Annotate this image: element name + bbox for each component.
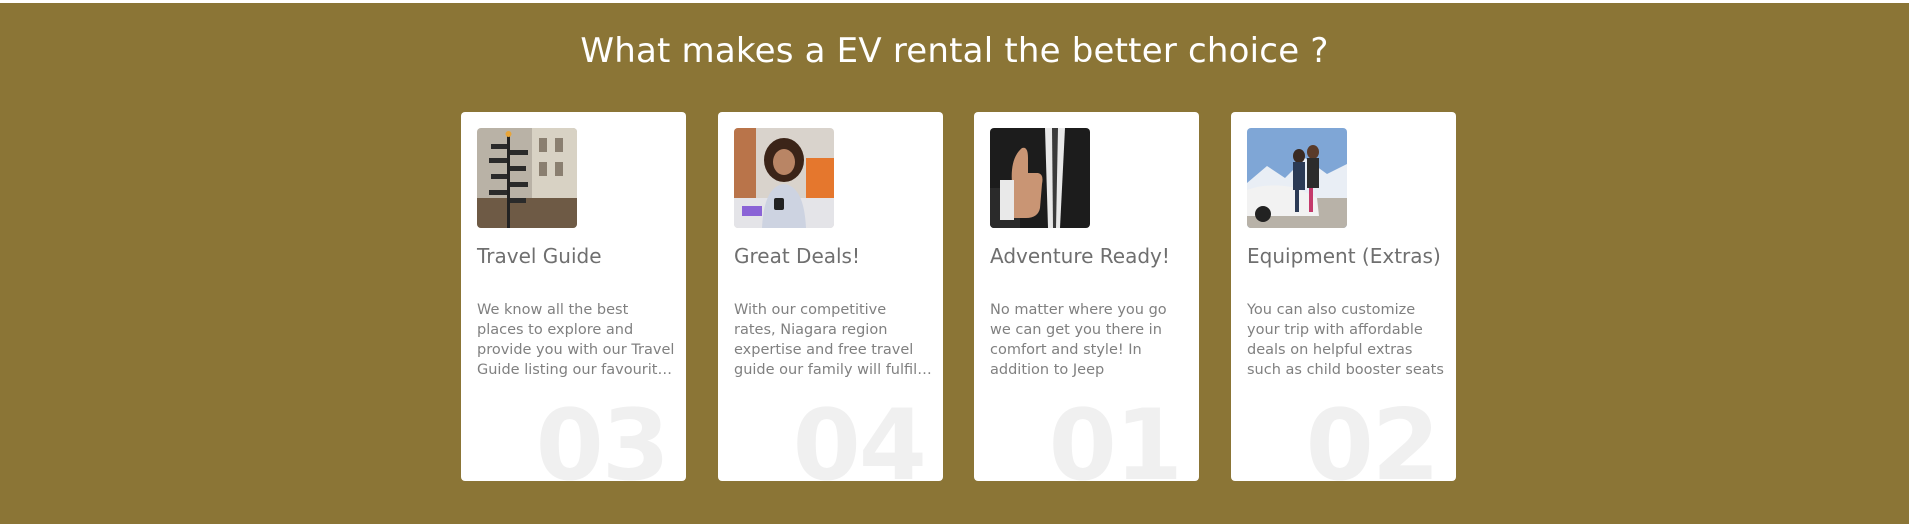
- card-number: 04: [792, 389, 927, 481]
- card-title: Great Deals!: [734, 244, 860, 268]
- feature-card-equipment-extras[interactable]: Equipment (Extras) You can also customiz…: [1231, 112, 1456, 481]
- card-text: With our competitive rates, Niagara regi…: [734, 302, 918, 378]
- card-number: 02: [1305, 389, 1440, 481]
- card-text: No matter where you go we can get you th…: [990, 302, 1167, 378]
- signpost-photo: [477, 128, 577, 228]
- features-section: What makes a EV rental the better choice…: [0, 3, 1909, 524]
- card-title: Equipment (Extras): [1247, 244, 1441, 268]
- card-text: You can also customize your trip with af…: [1247, 302, 1444, 378]
- thumbs-up-photo: [990, 128, 1090, 228]
- card-title: Travel Guide: [477, 244, 602, 268]
- card-number: 01: [1048, 389, 1183, 481]
- feature-card-great-deals[interactable]: Great Deals! With our competitive rates,…: [718, 112, 943, 481]
- couple-with-car-photo: [1247, 128, 1347, 228]
- card-number: 03: [535, 389, 670, 481]
- feature-card-adventure-ready[interactable]: Adventure Ready! No matter where you go …: [974, 112, 1199, 481]
- section-title: What makes a EV rental the better choice…: [580, 31, 1329, 71]
- card-text: We know all the best places to explore a…: [477, 302, 675, 378]
- card-title: Adventure Ready!: [990, 244, 1170, 268]
- feature-card-travel-guide[interactable]: Travel Guide We know all the best places…: [461, 112, 686, 481]
- woman-with-phone-photo: [734, 128, 834, 228]
